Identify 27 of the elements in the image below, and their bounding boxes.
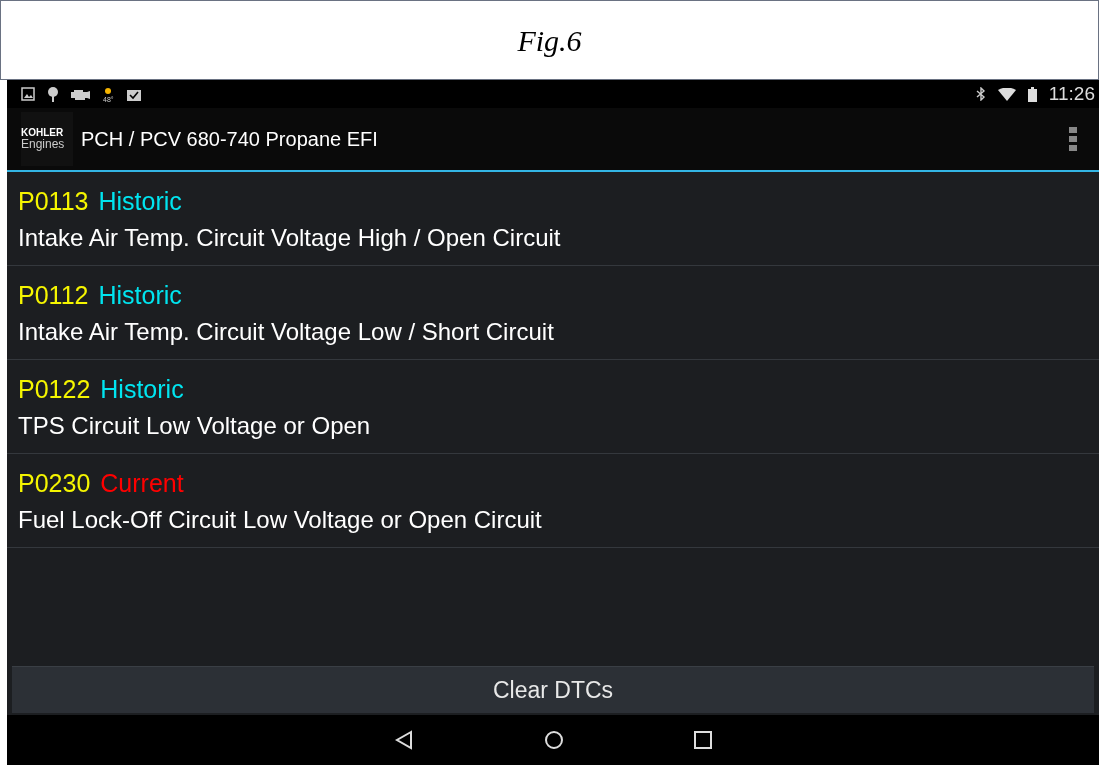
- app-title: PCH / PCV 680-740 Propane EFI: [81, 127, 378, 152]
- dtc-status: Historic: [98, 280, 182, 310]
- dtc-code: P0122: [18, 374, 91, 404]
- sun-icon: [103, 85, 114, 96]
- back-icon[interactable]: [394, 730, 414, 750]
- figure-caption: Fig.6: [517, 22, 582, 59]
- dtc-code: P0230: [18, 468, 91, 498]
- dtc-description: Intake Air Temp. Circuit Voltage High / Open Circuit: [18, 223, 562, 253]
- dtc-description: Fuel Lock-Off Circuit Low Voltage or Open Circuit: [18, 505, 543, 535]
- dtc-description: TPS Circuit Low Voltage or Open: [18, 411, 372, 441]
- dtc-code: P0113: [18, 186, 89, 216]
- bluetooth-icon: [975, 87, 986, 101]
- image-icon: [21, 87, 35, 101]
- clear-dtcs-button[interactable]: Clear DTCs: [12, 666, 1094, 713]
- dtc-status: Current: [100, 468, 184, 498]
- dtc-status: Historic: [98, 186, 182, 216]
- clock-time: 11:26: [1048, 81, 1095, 106]
- dtc-code: P0112: [18, 280, 89, 310]
- wifi-icon: [997, 87, 1016, 101]
- dtc-status: Historic: [100, 374, 184, 404]
- kohler-engines-logo: KOHLER Engines: [21, 112, 73, 166]
- overflow-menu-icon[interactable]: [1069, 127, 1077, 151]
- recents-icon[interactable]: [694, 731, 712, 749]
- engine-icon: [71, 88, 91, 100]
- battery-icon: [1027, 86, 1037, 102]
- home-icon[interactable]: [544, 730, 564, 750]
- dtc-description: Intake Air Temp. Circuit Voltage Low / Short Circuit: [18, 317, 555, 347]
